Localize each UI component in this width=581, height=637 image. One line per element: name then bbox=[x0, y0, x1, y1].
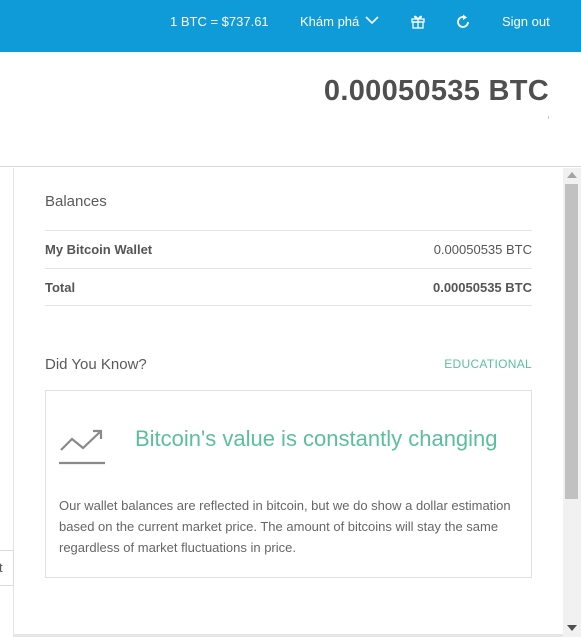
balances-title: Balances bbox=[45, 193, 107, 210]
chevron-down-icon[interactable] bbox=[365, 15, 379, 25]
card-body: Our wallet balances are reflected in bit… bbox=[59, 498, 511, 555]
balance-row: My Bitcoin Wallet 0.00050535 BTC bbox=[45, 230, 532, 268]
scroll-thumb[interactable] bbox=[565, 184, 578, 499]
vertical-scrollbar[interactable] bbox=[563, 168, 581, 637]
btc-rate: 1 BTC = $737.61 bbox=[170, 14, 269, 29]
trend-chart-icon bbox=[59, 429, 105, 465]
scroll-down-arrow-icon[interactable] bbox=[567, 625, 577, 631]
educational-link[interactable]: EDUCATIONAL bbox=[444, 357, 532, 371]
explore-menu[interactable]: Khám phá bbox=[300, 14, 359, 29]
did-you-know-title: Did You Know? bbox=[45, 356, 147, 373]
scroll-up-arrow-icon[interactable] bbox=[567, 172, 577, 178]
balance-row-label: My Bitcoin Wallet bbox=[45, 242, 153, 257]
card-headline: Bitcoin's value is constantly changing bbox=[135, 426, 498, 451]
left-sidebar-button[interactable]: t bbox=[0, 550, 14, 586]
left-sidebar-button-label: t bbox=[0, 560, 3, 575]
refresh-icon[interactable] bbox=[455, 14, 471, 30]
balance-header: 0.00050535 BTC bbox=[0, 52, 581, 167]
did-you-know-card: Bitcoin's value is constantly changing O… bbox=[45, 390, 532, 578]
balance-row-value: 0.00050535 BTC bbox=[432, 280, 532, 295]
main-panel: Balances My Bitcoin Wallet 0.00050535 BT… bbox=[14, 168, 563, 637]
balance-row-value: 0.00050535 BTC bbox=[433, 242, 532, 257]
gift-icon[interactable] bbox=[410, 13, 426, 29]
top-navigation-bar: 1 BTC = $737.61 Khám phá Sign out bbox=[0, 0, 581, 52]
total-balance: 0.00050535 BTC bbox=[323, 75, 549, 107]
divider bbox=[548, 116, 549, 119]
balance-row-label: Total bbox=[45, 280, 76, 295]
sign-out-link[interactable]: Sign out bbox=[502, 14, 550, 29]
balance-total-row: Total 0.00050535 BTC bbox=[45, 268, 532, 306]
